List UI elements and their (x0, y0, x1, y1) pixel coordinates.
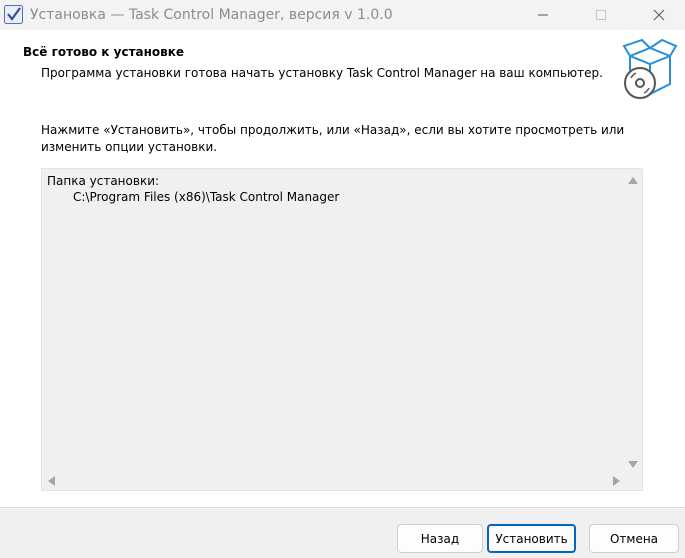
instruction-text: Нажмите «Установить», чтобы продолжить, … (41, 123, 625, 154)
scroll-right-icon[interactable] (613, 476, 620, 486)
close-button[interactable] (636, 0, 682, 30)
maximize-icon (596, 10, 606, 20)
app-icon (4, 5, 23, 24)
setup-box-cd-icon (622, 38, 678, 99)
horizontal-scrollbar[interactable] (42, 472, 625, 490)
page-title: Всё готово к установке (23, 45, 185, 59)
memo-label: Папка установки: (47, 174, 160, 188)
title-bar: Установка — Task Control Manager, версия… (0, 0, 685, 30)
page-subtitle: Программа установки готова начать устано… (41, 66, 603, 80)
memo-install-path: C:\Program Files (x86)\Task Control Mana… (73, 190, 340, 204)
maximize-button[interactable] (578, 0, 624, 30)
scrollbar-corner (624, 472, 642, 490)
cancel-button[interactable]: Отмена (589, 524, 679, 553)
ready-memo[interactable]: Папка установки: C:\Program Files (x86)\T… (41, 168, 643, 491)
back-button[interactable]: Назад (397, 524, 483, 553)
minimize-icon (538, 14, 548, 16)
memo-content: Папка установки: C:\Program Files (x86)\T… (47, 173, 339, 205)
scroll-left-icon[interactable] (48, 476, 55, 486)
vertical-scrollbar[interactable] (624, 169, 642, 472)
minimize-button[interactable] (520, 0, 566, 30)
scroll-up-icon[interactable] (628, 177, 638, 184)
wizard-footer: Назад Установить Отмена (0, 507, 685, 558)
scroll-down-icon[interactable] (628, 461, 638, 468)
window-title: Установка — Task Control Manager, версия… (30, 7, 393, 23)
close-icon (653, 9, 665, 21)
wizard-header: Всё готово к установке Программа установ… (0, 30, 685, 104)
install-button[interactable]: Установить (487, 524, 576, 553)
